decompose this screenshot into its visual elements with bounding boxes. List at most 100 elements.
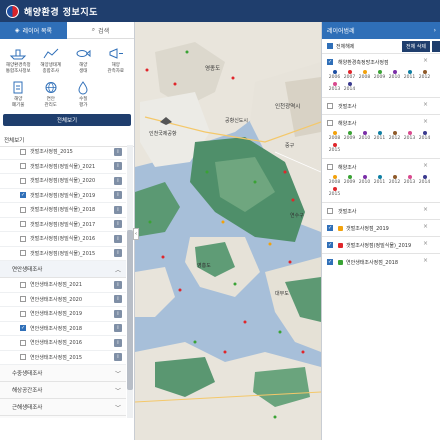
- legend-extra-button[interactable]: [432, 40, 440, 52]
- layer-checkbox[interactable]: [20, 163, 26, 170]
- legend-year-label: 2014: [343, 87, 356, 92]
- layer-label: 연안생태조사정점_2019: [30, 311, 83, 318]
- layer-row[interactable]: 연안생태조사정점_2019 i: [0, 307, 126, 322]
- info-icon[interactable]: i: [114, 338, 122, 347]
- layer-group-header[interactable]: 수중생태조사 ﹀: [0, 365, 126, 382]
- layer-checkbox[interactable]: [20, 192, 26, 199]
- info-icon[interactable]: i: [114, 191, 122, 200]
- info-icon[interactable]: i: [114, 249, 122, 258]
- remove-layer-icon[interactable]: ×: [423, 57, 428, 64]
- remove-layer-icon[interactable]: ×: [423, 257, 428, 264]
- info-icon[interactable]: i: [114, 234, 122, 243]
- remove-layer-icon[interactable]: ×: [423, 240, 428, 247]
- layer-checkbox[interactable]: [20, 310, 26, 317]
- info-icon[interactable]: i: [114, 205, 122, 214]
- government-logo-icon: [6, 4, 19, 18]
- layer-row[interactable]: 연안생태조사정점_2020 i: [0, 293, 126, 307]
- remove-layer-icon[interactable]: ×: [423, 223, 428, 230]
- tool-marine-measurement[interactable]: 해양환경측정 통합조사정보: [2, 46, 35, 74]
- layer-checkbox[interactable]: [20, 325, 26, 332]
- layer-row[interactable]: 연안생태조사정점_2015 i: [0, 351, 126, 365]
- legend-dot: [362, 70, 367, 74]
- layer-checkbox[interactable]: [20, 339, 26, 346]
- info-icon[interactable]: i: [114, 280, 122, 289]
- layer-checkbox[interactable]: [20, 206, 26, 213]
- legend-header: 레이어범례 ›: [322, 22, 440, 39]
- layer-row[interactable]: 갯벌조사정점(정밀식물)_2019 i: [0, 189, 126, 203]
- layer-list-scrollbar[interactable]: [127, 145, 133, 418]
- remove-layer-icon[interactable]: ×: [423, 101, 428, 108]
- layer-checkbox[interactable]: [20, 177, 26, 184]
- layer-checkbox[interactable]: [20, 235, 26, 242]
- tool-ecosystem-survey[interactable]: 해양생태계 종합조사: [35, 46, 68, 74]
- layer-checkbox[interactable]: [20, 148, 26, 155]
- legend-checkbox[interactable]: [327, 164, 333, 170]
- info-icon[interactable]: i: [114, 162, 122, 171]
- legend-year-item: 2013: [402, 175, 417, 185]
- view-all-button[interactable]: 전체보기: [3, 114, 131, 126]
- tool-grid: 해양환경측정 통합조사정보 해양생태계 종합조사 해양 생태 해양 관측자료 해…: [0, 39, 134, 112]
- layer-row[interactable]: 갯벌조사정점(정밀식물)_2018 i: [0, 203, 126, 218]
- tool-label: 해양환경측정 통합조사정보: [5, 63, 31, 74]
- tool-coastal-management[interactable]: 연안 관리도: [35, 80, 68, 108]
- layer-row[interactable]: 갯벌조사정점_2015 i: [0, 145, 126, 160]
- chevron-right-icon[interactable]: ›: [434, 27, 436, 34]
- map-label: 연수구: [290, 213, 304, 219]
- layer-group-header[interactable]: 연안생태조사 ︿: [0, 261, 126, 278]
- collapse-panel-button[interactable]: ‹: [133, 228, 139, 240]
- tool-ocean-observation[interactable]: 해양 관측자료: [100, 46, 133, 74]
- legend-dot: [377, 175, 382, 179]
- legend-year-label: 2011: [403, 75, 416, 80]
- tool-water-quality[interactable]: 수질 평가: [67, 80, 100, 108]
- info-icon[interactable]: i: [114, 147, 122, 156]
- info-icon[interactable]: i: [114, 353, 122, 362]
- layer-checkbox[interactable]: [20, 354, 26, 361]
- info-icon[interactable]: i: [114, 309, 122, 318]
- layer-label: 갯벌조사정점(정밀식물)_2020: [30, 178, 96, 185]
- layer-row[interactable]: 갯벌조사정점(정밀식물)_2016 i: [0, 232, 126, 247]
- layer-row[interactable]: 연안생태조사정점_2018 i: [0, 322, 126, 336]
- legend-years: 2008 2009 2010 2011 2012 2013 2014 2015: [327, 131, 435, 155]
- info-icon[interactable]: i: [114, 295, 122, 304]
- legend-checkbox[interactable]: [327, 208, 333, 214]
- remove-layer-icon[interactable]: ×: [423, 162, 428, 169]
- map-canvas[interactable]: [135, 22, 321, 440]
- layer-group-header[interactable]: 근해생태조사 ﹀: [0, 399, 126, 416]
- delete-all-button[interactable]: 전체 삭제: [402, 40, 430, 52]
- layer-checkbox[interactable]: [20, 221, 26, 228]
- tab-search[interactable]: ⌕ 검색: [67, 22, 134, 39]
- tool-marine-ecology[interactable]: 해양 생태: [67, 46, 100, 74]
- legend-dot: [377, 70, 382, 74]
- info-icon[interactable]: i: [114, 176, 122, 185]
- legend-checkbox[interactable]: [327, 259, 333, 265]
- layer-checkbox[interactable]: [20, 281, 26, 288]
- layer-row[interactable]: 갯벌조사정점(정밀식물)_2017 i: [0, 218, 126, 232]
- remove-layer-icon[interactable]: ×: [423, 206, 428, 213]
- layer-row[interactable]: 연안생태조사정점_2021 i: [0, 278, 126, 293]
- legend-entry: 해양조사 × 2008 2009 2010 2011 2012 2013 2014 2015: [322, 114, 440, 158]
- layer-group-header[interactable]: 해양대 환국조사﹀: [0, 416, 126, 418]
- map-view[interactable]: 영종도 인천국제공항 공항신도시 인천광역시 중구 연수구 영흥도 대부도: [135, 22, 321, 440]
- tab-layer-list[interactable]: ◈ 레이어 목록: [0, 22, 67, 39]
- info-icon[interactable]: i: [114, 220, 122, 229]
- legend-checkbox[interactable]: [327, 225, 333, 231]
- info-icon[interactable]: i: [114, 324, 122, 333]
- layer-row[interactable]: 연안생태조사정점_2016 i: [0, 336, 126, 351]
- tool-marine-waste[interactable]: 해양 폐기물: [2, 80, 35, 108]
- layer-row[interactable]: 갯벌조사정점(정밀식물)_2020 i: [0, 174, 126, 189]
- megaphone-icon: [109, 48, 123, 59]
- scrollbar-thumb[interactable]: [127, 230, 133, 390]
- layer-group-header[interactable]: 해상공간조사 ﹀: [0, 382, 126, 399]
- legend-checkbox[interactable]: [327, 103, 333, 109]
- remove-layer-icon[interactable]: ×: [423, 118, 428, 125]
- select-all-toggle[interactable]: 전체해제: [327, 43, 354, 50]
- tool-label: 연안 관리도: [44, 97, 57, 108]
- layer-label: 갯벌조사정점(정밀식물)_2015: [30, 250, 96, 257]
- legend-checkbox[interactable]: [327, 242, 333, 248]
- layer-row[interactable]: 갯벌조사정점(정밀식물)_2021 i: [0, 160, 126, 174]
- layer-row[interactable]: 갯벌조사정점(정밀식물)_2015 i: [0, 247, 126, 261]
- legend-checkbox[interactable]: [327, 120, 333, 126]
- legend-checkbox[interactable]: [327, 59, 333, 65]
- layer-checkbox[interactable]: [20, 296, 26, 303]
- layer-checkbox[interactable]: [20, 250, 26, 257]
